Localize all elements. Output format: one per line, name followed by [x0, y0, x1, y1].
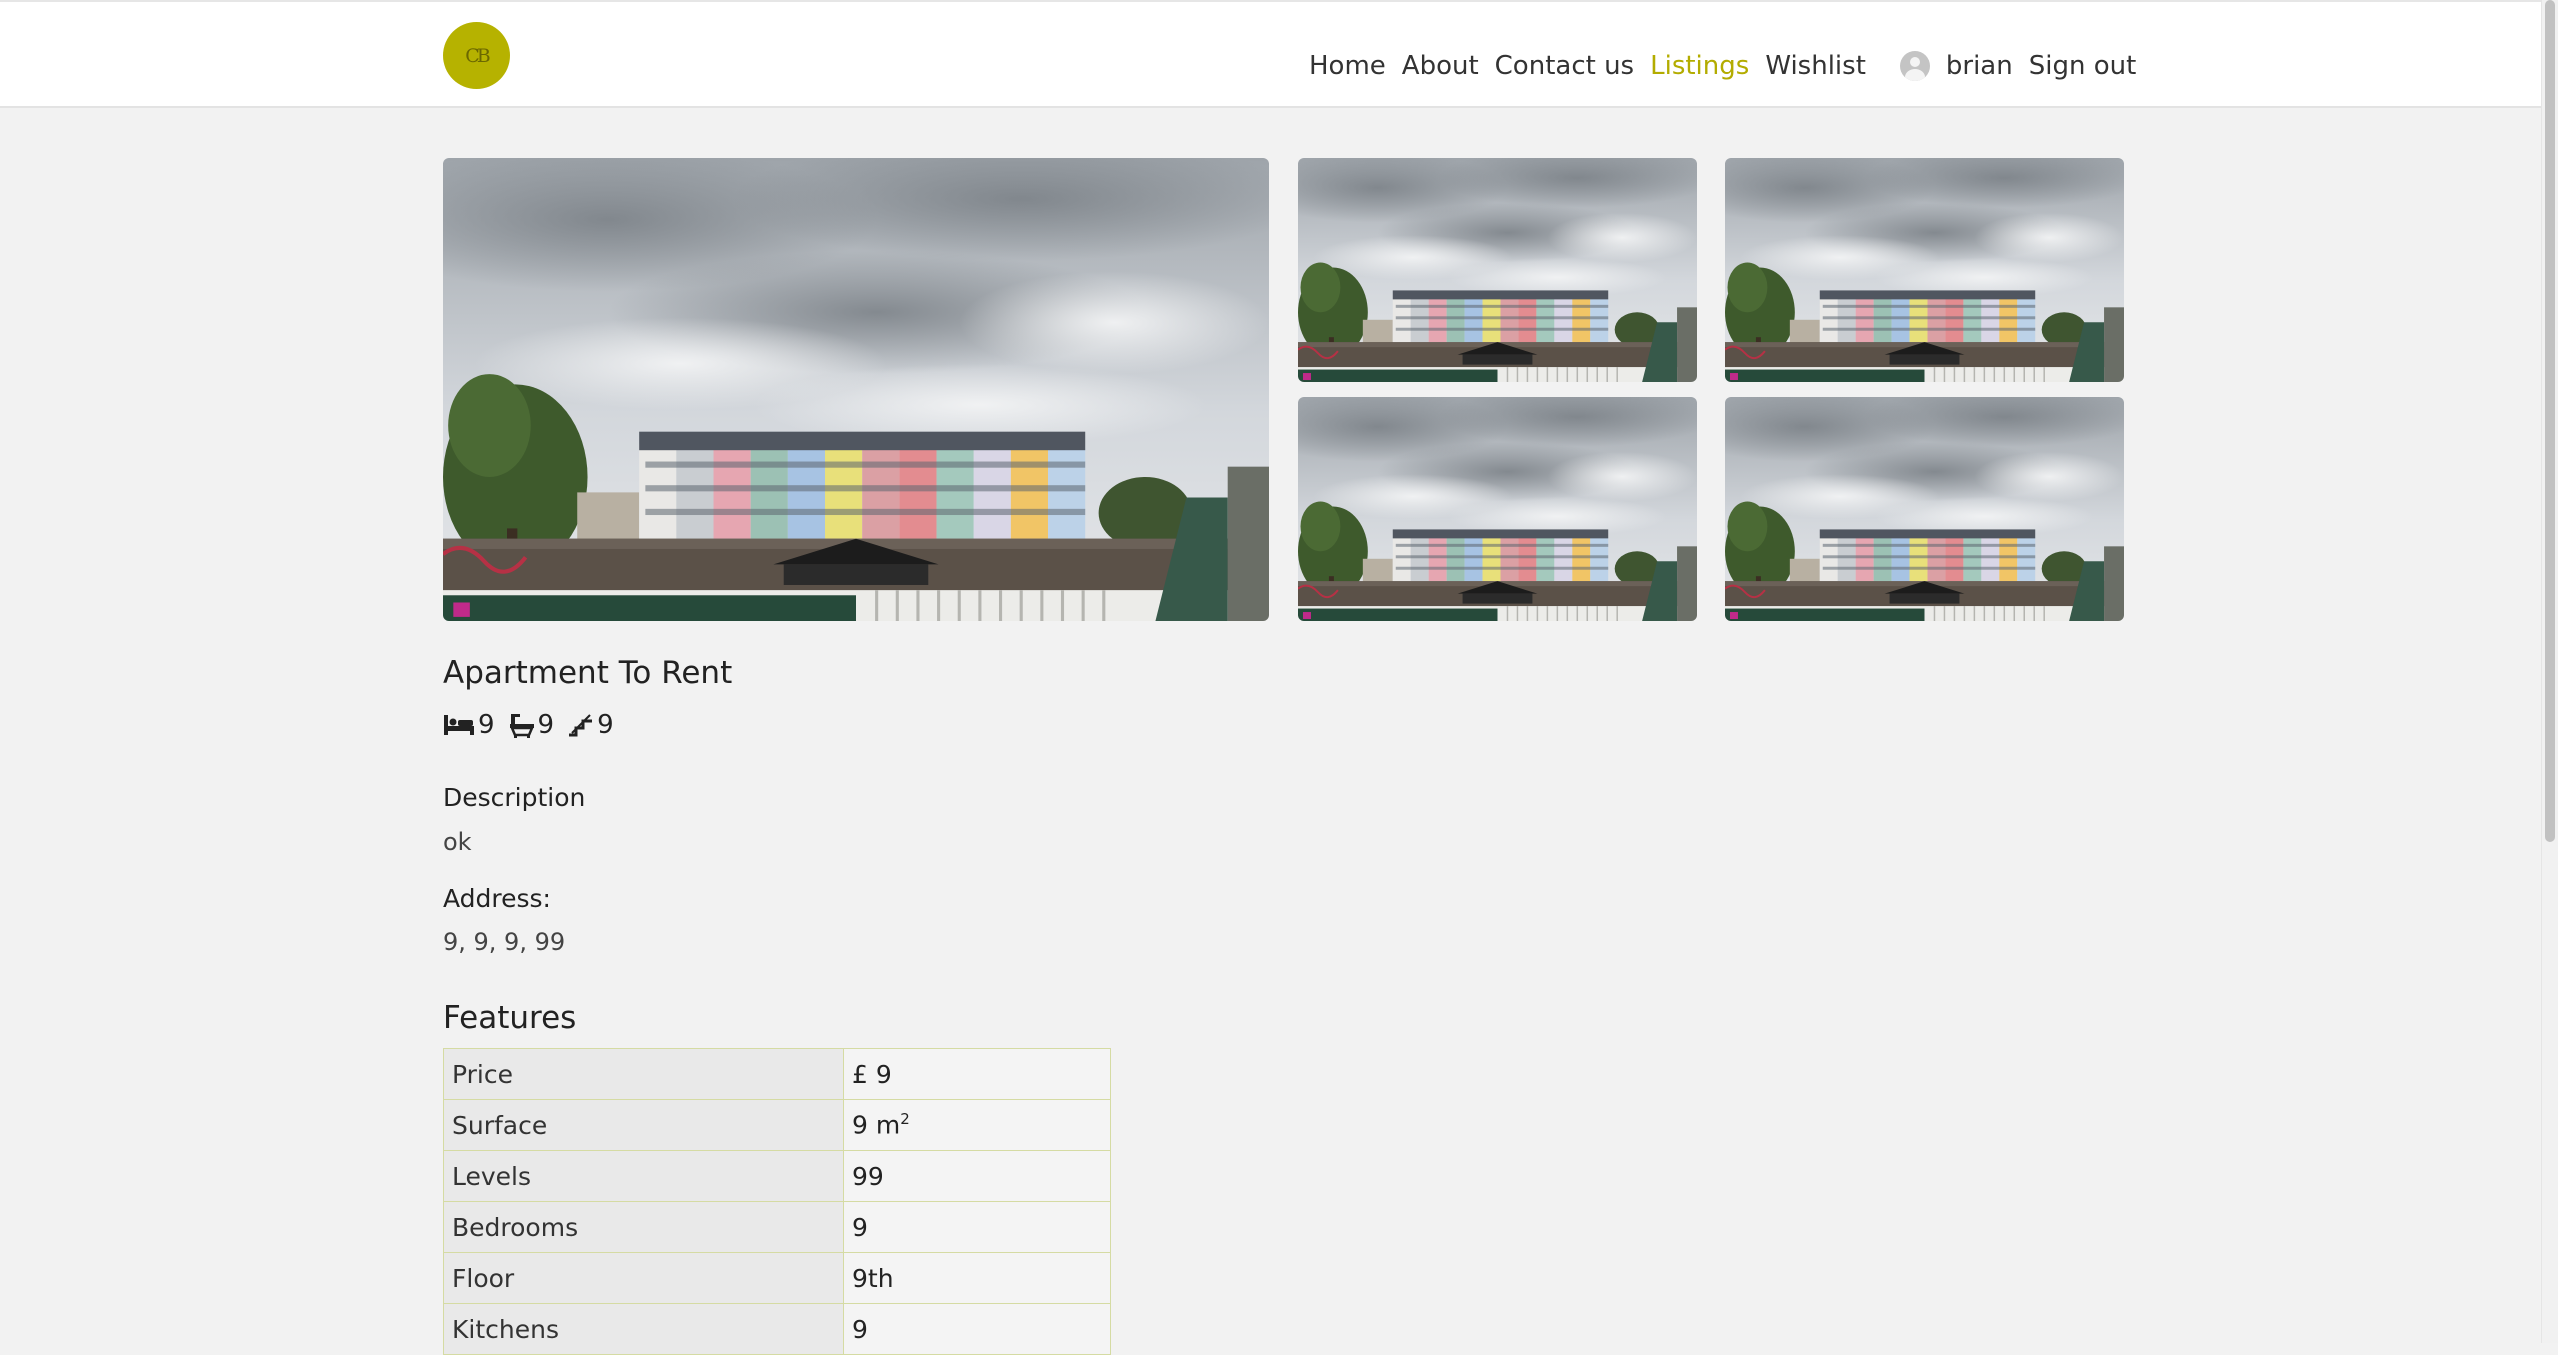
- address-label: Address:: [443, 884, 551, 913]
- main-nav: Home About Contact us Listings Wishlist …: [1309, 46, 2152, 86]
- user-avatar-icon[interactable]: [1899, 51, 1930, 81]
- page-scrollbar[interactable]: [2541, 0, 2558, 1343]
- nav-home[interactable]: Home: [1309, 51, 1386, 81]
- feature-value: £ 9: [843, 1048, 1111, 1100]
- feature-value: 9 m2: [843, 1099, 1111, 1151]
- listing-stats: 9 9 9: [443, 710, 628, 740]
- stairs-icon: [569, 714, 593, 737]
- listing-title: Apartment To Rent: [443, 655, 733, 691]
- feature-key: Floor: [443, 1252, 844, 1304]
- feature-key: Bedrooms: [443, 1201, 844, 1253]
- table-row: Price £ 9: [443, 1048, 1111, 1100]
- table-row: Kitchens 9: [443, 1303, 1111, 1355]
- description-text: ok: [443, 828, 472, 856]
- table-row: Levels 99: [443, 1150, 1111, 1202]
- feature-value: 9: [843, 1201, 1111, 1253]
- brand-logo[interactable]: CB: [443, 22, 510, 89]
- feature-key: Price: [443, 1048, 844, 1100]
- features-table: Price £ 9 Surface 9 m2 Levels 99 Bedroom…: [443, 1048, 1111, 1355]
- listing-thumbnail-1[interactable]: [1298, 158, 1697, 382]
- feature-value: 9th: [843, 1252, 1111, 1304]
- feature-key: Kitchens: [443, 1303, 844, 1355]
- nav-contact-us[interactable]: Contact us: [1495, 51, 1634, 81]
- bathrooms-count: 9: [537, 710, 555, 740]
- listing-thumbnail-2[interactable]: [1725, 158, 2124, 382]
- nav-about[interactable]: About: [1402, 51, 1479, 81]
- user-name[interactable]: brian: [1946, 51, 2013, 81]
- features-heading: Features: [443, 1000, 577, 1036]
- levels-count: 9: [597, 710, 614, 740]
- scrollbar-thumb[interactable]: [2545, 0, 2555, 842]
- nav-listings[interactable]: Listings: [1650, 51, 1749, 81]
- feature-key: Surface: [443, 1099, 844, 1151]
- levels-stat: 9: [568, 710, 614, 740]
- bathrooms-stat: 9: [509, 710, 555, 740]
- listing-thumbnail-3[interactable]: [1298, 397, 1697, 621]
- table-row: Surface 9 m2: [443, 1099, 1111, 1151]
- surface-value: 9 m: [852, 1110, 901, 1140]
- top-navbar: CB Home About Contact us Listings Wishli…: [0, 0, 2558, 108]
- feature-key: Levels: [443, 1150, 844, 1202]
- address-text: 9, 9, 9, 99: [443, 928, 566, 956]
- table-row: Floor 9th: [443, 1252, 1111, 1304]
- sign-out-link[interactable]: Sign out: [2029, 51, 2137, 81]
- surface-unit-exponent: 2: [900, 1110, 910, 1129]
- bedrooms-stat: 9: [443, 710, 495, 740]
- bath-icon: [509, 714, 534, 738]
- listing-thumbnail-4[interactable]: [1725, 397, 2124, 621]
- table-row: Bedrooms 9: [443, 1201, 1111, 1253]
- description-label: Description: [443, 783, 586, 812]
- main-listing-photo[interactable]: [443, 158, 1269, 621]
- nav-wishlist[interactable]: Wishlist: [1765, 51, 1866, 81]
- bedrooms-count: 9: [478, 710, 495, 740]
- feature-value: 99: [843, 1150, 1111, 1202]
- logo-text: CB: [465, 44, 490, 67]
- feature-value: 9: [843, 1303, 1111, 1355]
- bed-icon: [444, 715, 474, 735]
